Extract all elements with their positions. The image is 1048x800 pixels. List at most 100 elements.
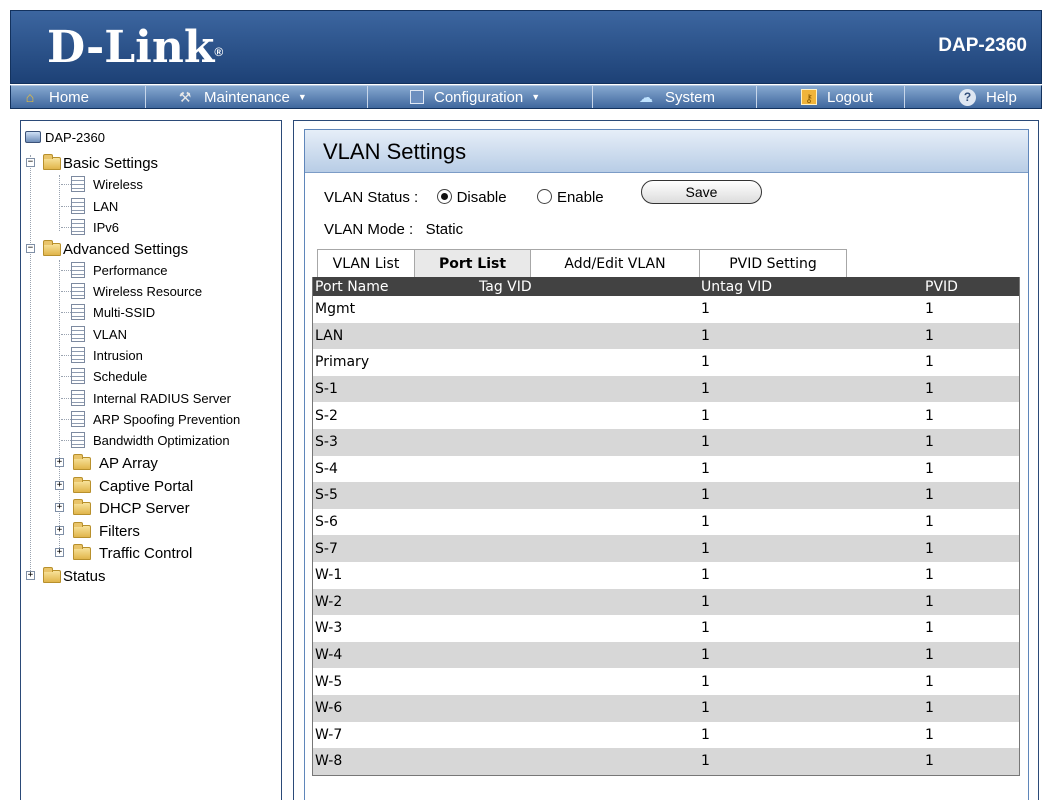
table-row: W-6 1 1	[313, 694, 1019, 722]
untag-vid-cell: 1	[701, 540, 710, 557]
table-row: W-7 1 1	[313, 721, 1019, 749]
nav-system[interactable]: ☁ System	[593, 86, 757, 108]
table-header: Port Name Tag VID Untag VID PVID	[313, 277, 1019, 296]
sidebar-item-filters[interactable]: Filters	[73, 521, 140, 541]
page-icon	[71, 262, 85, 278]
nav-home-label: Home	[49, 88, 90, 106]
sidebar-item-dhcp-server[interactable]: DHCP Server	[73, 498, 190, 518]
nav-help[interactable]: ? Help	[905, 86, 1041, 108]
untag-vid-cell: 1	[701, 434, 710, 451]
port-list-table: Port Name Tag VID Untag VID PVID Mgmt 1 1 L…	[312, 277, 1020, 776]
top-nav-bar: ⌂ Home ⚒ Maintenance ▼ Configuration ▼ ☁…	[10, 85, 1042, 109]
save-disk-icon	[410, 90, 424, 104]
tree-line	[61, 206, 71, 207]
expand-icon[interactable]: +	[55, 458, 64, 467]
sidebar-item-captive-portal[interactable]: Captive Portal	[73, 476, 193, 496]
table-row: Primary 1 1	[313, 349, 1019, 376]
table-row: Mgmt 1 1	[313, 296, 1019, 323]
table-row: S-5 1 1	[313, 482, 1019, 509]
pvid-cell: 1	[925, 354, 934, 371]
page-icon	[71, 219, 85, 235]
untag-vid-cell: 1	[701, 460, 710, 477]
page-icon	[71, 198, 85, 214]
sidebar-item-schedule[interactable]: Schedule	[71, 366, 147, 386]
nav-configuration-label: Configuration	[434, 88, 524, 106]
untag-vid-cell: 1	[701, 514, 710, 531]
tree-line	[61, 334, 71, 335]
vlan-status-enable-radio[interactable]	[536, 189, 552, 204]
sidebar-item-wireless-resource[interactable]: Wireless Resource	[71, 281, 202, 301]
table-row: W-5 1 1	[313, 668, 1019, 695]
untag-vid-cell: 1	[701, 327, 710, 344]
collapse-icon[interactable]: −	[26, 244, 35, 253]
sidebar-item-advanced-settings[interactable]: Advanced Settings	[43, 239, 188, 259]
sidebar-item-label: Performance	[93, 262, 168, 278]
sidebar-basic-settings-label: Basic Settings	[63, 154, 159, 172]
folder-icon	[43, 566, 61, 583]
pvid-cell: 1	[925, 647, 934, 664]
pvid-cell: 1	[925, 753, 934, 770]
page-icon	[71, 304, 85, 320]
sidebar-item-label: AP Array	[99, 454, 158, 472]
expand-icon[interactable]: +	[55, 548, 64, 557]
expand-icon[interactable]: +	[55, 526, 64, 535]
sidebar-item-status[interactable]: Status	[43, 566, 106, 586]
table-row: S-3 1 1	[313, 428, 1019, 456]
expand-icon[interactable]: +	[26, 571, 35, 580]
untag-vid-cell: 1	[701, 487, 710, 504]
sidebar-advanced-settings-label: Advanced Settings	[63, 240, 189, 258]
registered-mark: ®	[214, 45, 224, 59]
tab-port-list[interactable]: Port List	[414, 249, 531, 277]
sidebar-item-basic-settings[interactable]: Basic Settings	[43, 153, 158, 173]
sidebar-item-wireless[interactable]: Wireless	[71, 174, 143, 194]
nav-logout[interactable]: ⚷ Logout	[757, 86, 905, 108]
vlan-status-row: VLAN Status : Disable Enable	[324, 189, 604, 206]
save-button[interactable]: Save	[641, 180, 762, 204]
tree-line	[61, 227, 71, 228]
sidebar-item-bandwidth-optimization[interactable]: Bandwidth Optimization	[71, 430, 230, 450]
pvid-cell: 1	[925, 381, 934, 398]
untag-vid-cell: 1	[701, 700, 710, 717]
page-icon	[71, 390, 85, 406]
sidebar-item-lan[interactable]: LAN	[71, 196, 118, 216]
vlan-mode-value: Static	[425, 221, 464, 238]
tab-add-edit-vlan[interactable]: Add/Edit VLAN	[530, 249, 700, 277]
nav-logout-label: Logout	[827, 88, 873, 106]
sidebar-item-intrusion[interactable]: Intrusion	[71, 345, 143, 365]
nav-maintenance[interactable]: ⚒ Maintenance ▼	[146, 86, 368, 108]
sidebar-item-performance[interactable]: Performance	[71, 260, 167, 280]
table-row: LAN 1 1	[313, 322, 1019, 350]
pvid-cell: 1	[925, 327, 934, 344]
port-name-cell: S-6	[315, 514, 338, 531]
untag-vid-cell: 1	[701, 354, 710, 371]
chevron-down-icon: ▼	[297, 92, 307, 102]
sidebar-item-ipv6[interactable]: IPv6	[71, 217, 119, 237]
nav-home[interactable]: ⌂ Home	[11, 86, 146, 108]
tree-line	[61, 440, 71, 441]
sidebar-item-traffic-control[interactable]: Traffic Control	[73, 543, 192, 563]
vlan-status-disable-radio[interactable]	[436, 189, 452, 204]
collapse-icon[interactable]: −	[26, 158, 35, 167]
tree-line	[61, 270, 71, 271]
port-name-cell: W-2	[315, 593, 343, 610]
sidebar-item-ap-array[interactable]: AP Array	[73, 453, 158, 473]
model-name: DAP-2360	[938, 35, 1027, 56]
table-row: S-6 1 1	[313, 508, 1019, 536]
sidebar-item-internal-radius-server[interactable]: Internal RADIUS Server	[71, 388, 231, 408]
sidebar-item-vlan[interactable]: VLAN	[71, 324, 127, 344]
tab-pvid-setting[interactable]: PVID Setting	[699, 249, 847, 277]
untag-vid-cell: 1	[701, 407, 710, 424]
untag-vid-cell: 1	[701, 620, 710, 637]
pvid-cell: 1	[925, 540, 934, 557]
port-name-cell: S-2	[315, 407, 338, 424]
sidebar-item-multi-ssid[interactable]: Multi-SSID	[71, 302, 155, 322]
table-body: Mgmt 1 1 LAN 1 1 Primary 1 1 S-1 1 1 S-2 1 1 S-3 1 1 S-4 1 1…	[313, 296, 1019, 775]
nav-configuration[interactable]: Configuration ▼	[368, 86, 593, 108]
expand-icon[interactable]: +	[55, 481, 64, 490]
sidebar-item-arp-spoofing-prevention[interactable]: ARP Spoofing Prevention	[71, 409, 240, 429]
expand-icon[interactable]: +	[55, 503, 64, 512]
port-name-cell: S-1	[315, 381, 338, 398]
table-row: S-4 1 1	[313, 455, 1019, 483]
tab-vlan-list[interactable]: VLAN List	[317, 249, 415, 277]
sidebar-item-root[interactable]: DAP-2360	[25, 127, 105, 147]
